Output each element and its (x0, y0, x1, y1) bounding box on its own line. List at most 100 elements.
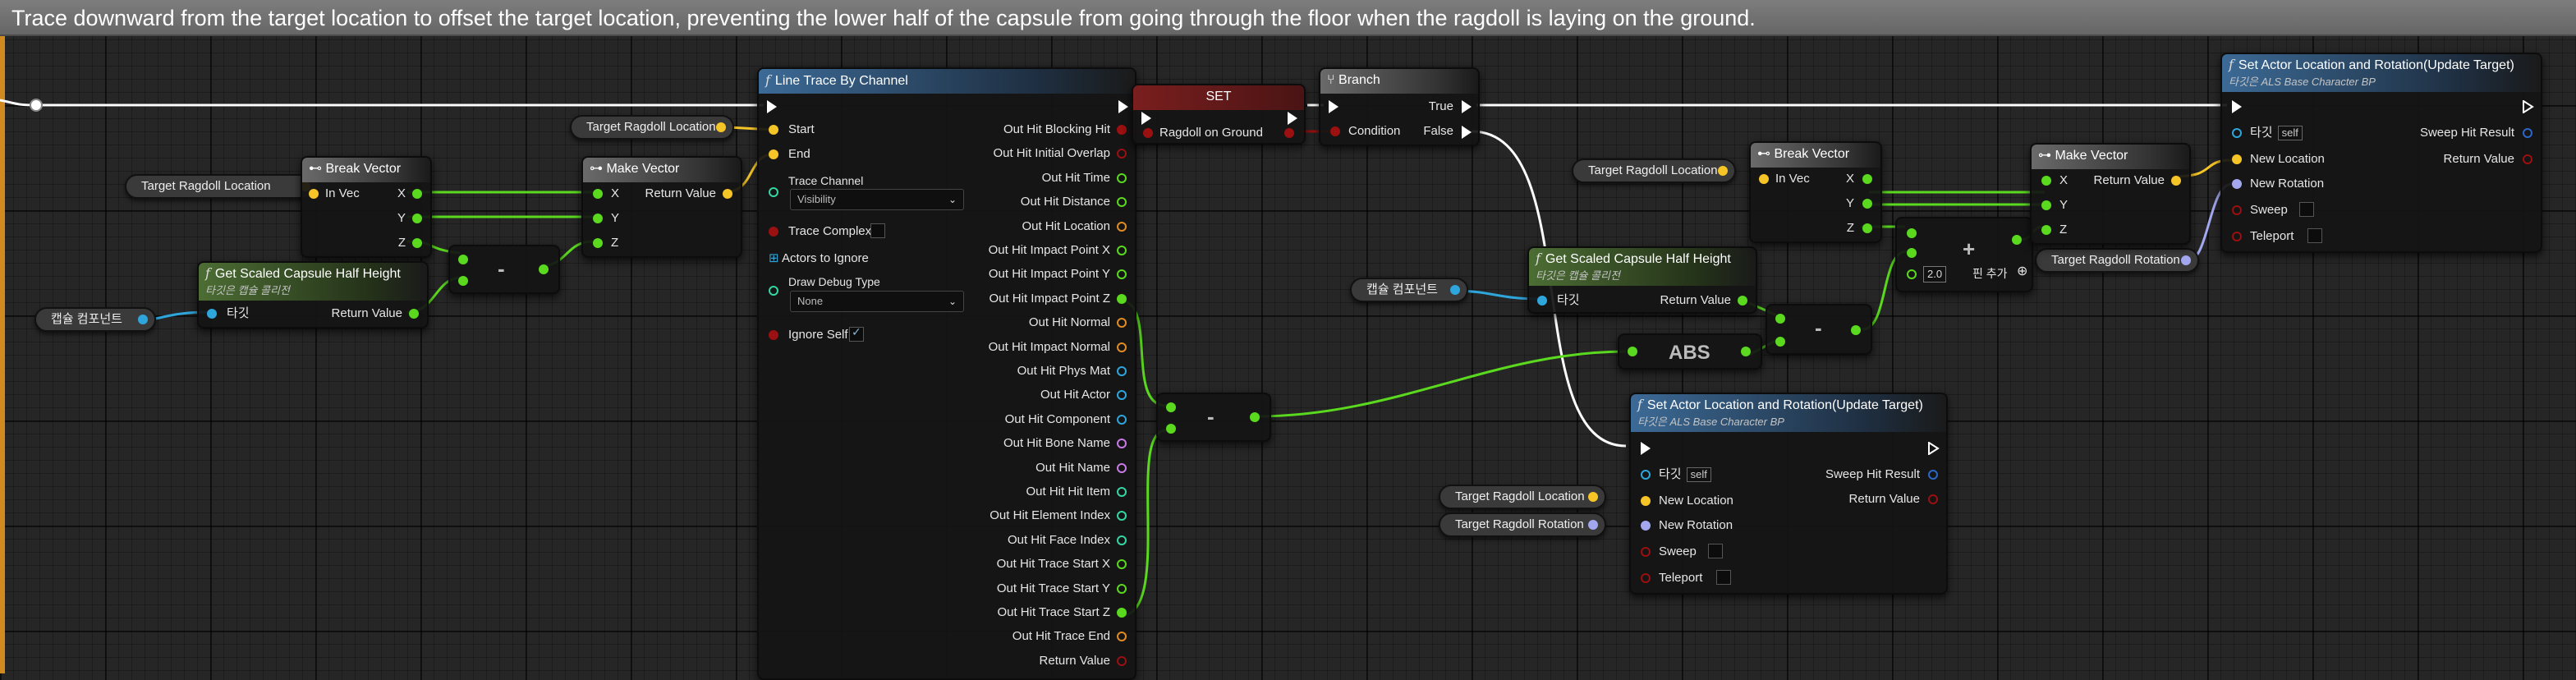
vector-output-pin[interactable] (723, 189, 732, 199)
int-output-pin[interactable] (1117, 511, 1127, 521)
line-trace-by-channel-node[interactable]: f Line Trace By Channel Start End Trace C… (757, 67, 1136, 680)
ignore-self-checkbox[interactable] (849, 325, 864, 342)
bool-input-pin[interactable] (2232, 232, 2242, 241)
float-output-pin[interactable] (1117, 197, 1127, 208)
capsule-component-getter[interactable]: 캡슐 컴포넌트 (1350, 278, 1468, 302)
break-vector-node[interactable]: ⊷ Break Vector In Vec X Y Z (301, 156, 432, 258)
subtract-node[interactable]: - (1766, 304, 1872, 355)
float-input-pin[interactable] (2041, 225, 2051, 235)
float-input-pin[interactable] (2041, 176, 2051, 186)
vector-input-pin[interactable] (1641, 496, 1651, 506)
bool-output-pin[interactable] (1928, 494, 1938, 504)
subtract-node[interactable]: - (448, 245, 560, 294)
capsule-component-getter[interactable]: 캡슐 컴포넌트 (34, 307, 156, 332)
vector-input-pin[interactable] (769, 125, 778, 135)
exec-input-pin[interactable] (767, 100, 777, 113)
float-output-pin[interactable] (1117, 246, 1127, 255)
float-output-pin[interactable] (1117, 583, 1127, 594)
get-scaled-capsule-half-height-node[interactable]: f Get Scaled Capsule Half Height 타깃은 캡슐 콜리… (1527, 246, 1757, 314)
enum-input-pin[interactable] (769, 187, 778, 197)
set-actor-location-rotation-node[interactable]: f Set Actor Location and Rotation(Update … (2220, 53, 2542, 253)
trace-complex-checkbox[interactable] (870, 223, 885, 238)
draw-debug-type-dropdown[interactable]: None ⌄ (790, 291, 964, 312)
bool-output-pin[interactable] (1284, 128, 1294, 138)
sweep-checkbox[interactable] (2299, 202, 2314, 217)
float-output-pin[interactable] (412, 189, 422, 199)
rotator-input-pin[interactable] (2232, 179, 2242, 189)
rotator-output-pin[interactable] (1588, 520, 1598, 530)
struct_orange-output-pin[interactable] (1117, 318, 1127, 329)
exec-output-pin[interactable] (1288, 112, 1297, 125)
comment-bubble[interactable]: Trace downward from the target location … (0, 0, 2576, 36)
exec-output-pin[interactable] (1118, 100, 1128, 113)
bool-input-pin[interactable] (769, 227, 778, 237)
float-input-pin[interactable] (593, 238, 603, 248)
bool-output-pin[interactable] (2523, 154, 2532, 164)
float-input-pin[interactable] (1166, 424, 1176, 434)
float-output-pin[interactable] (412, 238, 422, 248)
float-output-pin[interactable] (1851, 325, 1861, 335)
struct_orange-output-pin[interactable] (1117, 221, 1127, 232)
vector-input-pin[interactable] (1759, 174, 1769, 184)
make-vector-node[interactable]: ⊶ Make Vector X Y Z Return Value (581, 156, 742, 258)
bool-input-pin[interactable] (769, 330, 778, 340)
bool-input-pin[interactable] (1143, 128, 1153, 138)
float-input-pin[interactable] (1907, 228, 1917, 238)
struct_orange-output-pin[interactable] (1117, 342, 1127, 352)
object-output-pin[interactable] (1450, 285, 1460, 295)
object-output-pin[interactable] (1117, 366, 1127, 376)
vector-output-pin[interactable] (716, 122, 726, 132)
exec-input-pin[interactable] (2232, 100, 2242, 113)
vector-input-pin[interactable] (2232, 154, 2242, 164)
float-output-pin[interactable] (1117, 608, 1127, 618)
object-input-pin[interactable] (207, 309, 217, 319)
object-output-pin[interactable] (1117, 414, 1127, 425)
float-output-pin[interactable] (1738, 296, 1747, 306)
float-input-pin[interactable] (458, 255, 468, 264)
bool-input-pin[interactable] (1641, 573, 1651, 583)
float-output-pin[interactable] (409, 309, 419, 319)
teleport-checkbox[interactable] (2307, 228, 2322, 243)
target-ragdoll-rotation-getter[interactable]: Target Ragdoll Rotation (1439, 512, 1606, 537)
float-default-value[interactable]: 2.0 (1923, 266, 1947, 283)
float-output-pin[interactable] (412, 214, 422, 223)
set-ragdoll-on-ground-node[interactable]: SET Ragdoll on Ground (1132, 84, 1306, 145)
object-input-pin[interactable] (1537, 296, 1547, 306)
float-input-pin[interactable] (1775, 337, 1785, 347)
break-vector-node[interactable]: ⊷ Break Vector In Vec X Y Z (1749, 141, 1882, 243)
bool-input-pin[interactable] (1330, 126, 1340, 136)
vector-input-pin[interactable] (769, 149, 778, 159)
float-output-pin[interactable] (1117, 559, 1127, 570)
vector-output-pin[interactable] (2171, 176, 2181, 186)
float-output-pin[interactable] (1117, 172, 1127, 183)
float-output-pin[interactable] (1250, 412, 1260, 422)
target-ragdoll-location-getter[interactable]: Target Ragdoll Location (1439, 485, 1606, 509)
array-grid-icon[interactable]: ⊞ (769, 251, 779, 266)
bool-input-pin[interactable] (2232, 205, 2242, 215)
object-output-pin[interactable] (1117, 390, 1127, 401)
bool-output-pin[interactable] (1117, 149, 1127, 159)
teleport-checkbox[interactable] (1716, 570, 1731, 585)
set-actor-location-rotation-node[interactable]: f Set Actor Location and Rotation(Update … (1629, 393, 1948, 595)
target-ragdoll-rotation-getter[interactable]: Target Ragdoll Rotation (2035, 248, 2199, 273)
add-node[interactable]: 2.0 + 핀 추가 ⊕ (1895, 217, 2033, 292)
vector-input-pin[interactable] (309, 189, 319, 199)
bool-output-pin[interactable] (1117, 125, 1127, 135)
float-output-pin[interactable] (2012, 235, 2022, 245)
exec-input-pin[interactable] (1641, 442, 1651, 455)
name-output-pin[interactable] (1117, 439, 1127, 449)
sweep-checkbox[interactable] (1708, 544, 1723, 558)
make-vector-node[interactable]: ⊶ Make Vector X Y Z Return Value (2030, 143, 2191, 245)
float-input-pin[interactable] (1628, 347, 1637, 356)
float-input-pin[interactable] (593, 214, 603, 223)
float-input-pin[interactable] (2041, 200, 2051, 210)
enum-input-pin[interactable] (769, 286, 778, 296)
get-scaled-capsule-half-height-node[interactable]: f Get Scaled Capsule Half Height 타깃은 캡슐 콜리… (197, 261, 429, 329)
name-output-pin[interactable] (1117, 462, 1127, 473)
struct-output-pin[interactable] (2523, 128, 2532, 138)
float-input-pin[interactable] (458, 276, 468, 286)
bool-output-pin[interactable] (1117, 655, 1127, 666)
target-ragdoll-location-getter[interactable]: Target Ragdoll Location (125, 174, 319, 199)
add-pin-button[interactable]: 핀 추가 (1972, 266, 2008, 281)
abs-node[interactable]: ABS (1618, 333, 1762, 370)
